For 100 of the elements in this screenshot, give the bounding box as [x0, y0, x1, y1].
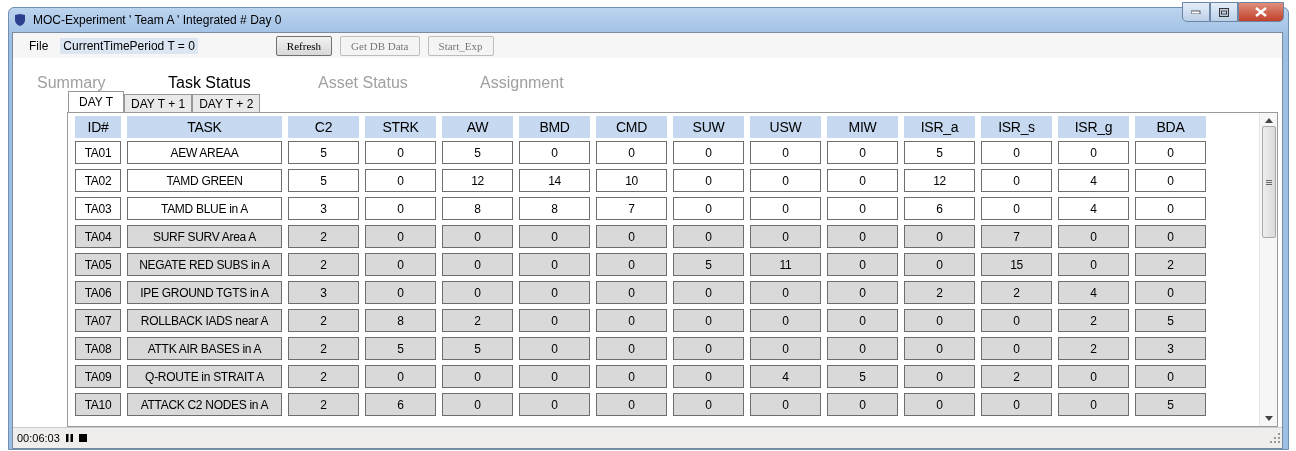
table-cell: 5 [288, 169, 359, 192]
table-cell: TA09 [75, 365, 121, 388]
table-cell: 0 [519, 337, 590, 360]
table-cell: 0 [827, 169, 898, 192]
table-cell: 0 [1058, 141, 1129, 164]
table-cell: 0 [673, 281, 744, 304]
table-cell: 4 [1058, 281, 1129, 304]
table-cell: 0 [750, 281, 821, 304]
table-cell: 0 [1058, 225, 1129, 248]
table-cell: 8 [442, 197, 513, 220]
table-cell: 3 [1135, 337, 1206, 360]
table-cell: 0 [596, 253, 667, 276]
table-cell: 0 [904, 225, 975, 248]
table-cell: 6 [904, 197, 975, 220]
table-cell: 0 [981, 309, 1052, 332]
day-tab[interactable]: DAY T + 2 [192, 94, 261, 112]
table-cell: IPE GROUND TGTS in A [127, 281, 282, 304]
table-cell: 6 [365, 393, 436, 416]
table-cell: 0 [673, 337, 744, 360]
table-cell: 0 [365, 281, 436, 304]
table-cell: 0 [365, 365, 436, 388]
table-cell: 0 [1135, 225, 1206, 248]
table-cell: 0 [519, 141, 590, 164]
table-cell: 0 [981, 141, 1052, 164]
table-cell: 0 [673, 365, 744, 388]
table-cell: TA10 [75, 393, 121, 416]
table-cell: 0 [750, 393, 821, 416]
table-cell: 2 [288, 365, 359, 388]
table-cell: 4 [750, 365, 821, 388]
stop-icon[interactable] [78, 434, 87, 442]
table-cell: 0 [1135, 169, 1206, 192]
table-cell: TAMD GREEN [127, 169, 282, 192]
column-header: USW [750, 116, 821, 138]
table-cell: 0 [750, 197, 821, 220]
day-tab[interactable]: DAY T + 1 [124, 94, 193, 112]
table-cell: 8 [519, 197, 590, 220]
table-cell: 0 [442, 393, 513, 416]
table-cell: ATTACK C2 NODES in A [127, 393, 282, 416]
scroll-down-icon[interactable] [1264, 416, 1273, 421]
table-cell: 0 [442, 281, 513, 304]
table-cell: 0 [1135, 281, 1206, 304]
column-header: BMD [519, 116, 590, 138]
column-header: ISR_s [981, 116, 1052, 138]
table-cell: 0 [673, 309, 744, 332]
table-cell: 3 [288, 197, 359, 220]
scrollbar-thumb[interactable] [1261, 126, 1276, 238]
column-header: AW [442, 116, 513, 138]
table-cell: 2 [1058, 337, 1129, 360]
pause-icon[interactable] [65, 434, 73, 442]
table-cell: 0 [673, 225, 744, 248]
table-cell: 2 [288, 337, 359, 360]
table-cell: 0 [981, 337, 1052, 360]
table-cell: 0 [596, 309, 667, 332]
table-cell: 0 [365, 169, 436, 192]
table-cell: 2 [1058, 309, 1129, 332]
column-header: STRK [365, 116, 436, 138]
file-menu[interactable]: File [29, 38, 49, 53]
table-cell: 0 [827, 393, 898, 416]
table-cell: 15 [981, 253, 1052, 276]
table-cell: 2 [442, 309, 513, 332]
table-cell: 0 [596, 141, 667, 164]
table-cell: TA08 [75, 337, 121, 360]
maximize-button[interactable] [1210, 2, 1238, 22]
tab[interactable]: Task Status [168, 74, 318, 92]
table-cell: 0 [673, 393, 744, 416]
column-header: CMD [596, 116, 667, 138]
table-cell: 0 [904, 253, 975, 276]
table-cell: TAMD BLUE in A [127, 197, 282, 220]
toolbar-button[interactable]: Refresh [275, 35, 333, 56]
table-cell: 2 [288, 393, 359, 416]
table-cell: TA07 [75, 309, 121, 332]
table-cell: 0 [1058, 365, 1129, 388]
day-tab[interactable]: DAY T [68, 91, 124, 112]
resize-grip-icon[interactable] [1270, 433, 1280, 443]
table-cell: 0 [519, 225, 590, 248]
table-cell: 0 [442, 253, 513, 276]
table-cell: 5 [442, 141, 513, 164]
table-cell: TA05 [75, 253, 121, 276]
table-cell: 5 [673, 253, 744, 276]
table-cell: 0 [827, 197, 898, 220]
table-cell: 0 [596, 365, 667, 388]
table-cell: 0 [596, 393, 667, 416]
table-cell: 5 [1135, 309, 1206, 332]
table-cell: TA06 [75, 281, 121, 304]
scroll-up-icon[interactable] [1264, 118, 1273, 123]
table-cell: 12 [904, 169, 975, 192]
table-cell: 0 [519, 281, 590, 304]
table-cell: 2 [1135, 253, 1206, 276]
table-cell: 2 [288, 225, 359, 248]
table-cell: 0 [442, 365, 513, 388]
table-cell: 0 [750, 225, 821, 248]
minimize-icon [1191, 10, 1201, 14]
table-cell: 0 [365, 197, 436, 220]
close-button[interactable] [1238, 2, 1284, 22]
table-cell: 0 [981, 169, 1052, 192]
table-cell: TA02 [75, 169, 121, 192]
column-header: BDA [1135, 116, 1206, 138]
table-cell: 0 [1058, 393, 1129, 416]
close-icon [1255, 7, 1267, 17]
table-cell: 2 [288, 309, 359, 332]
